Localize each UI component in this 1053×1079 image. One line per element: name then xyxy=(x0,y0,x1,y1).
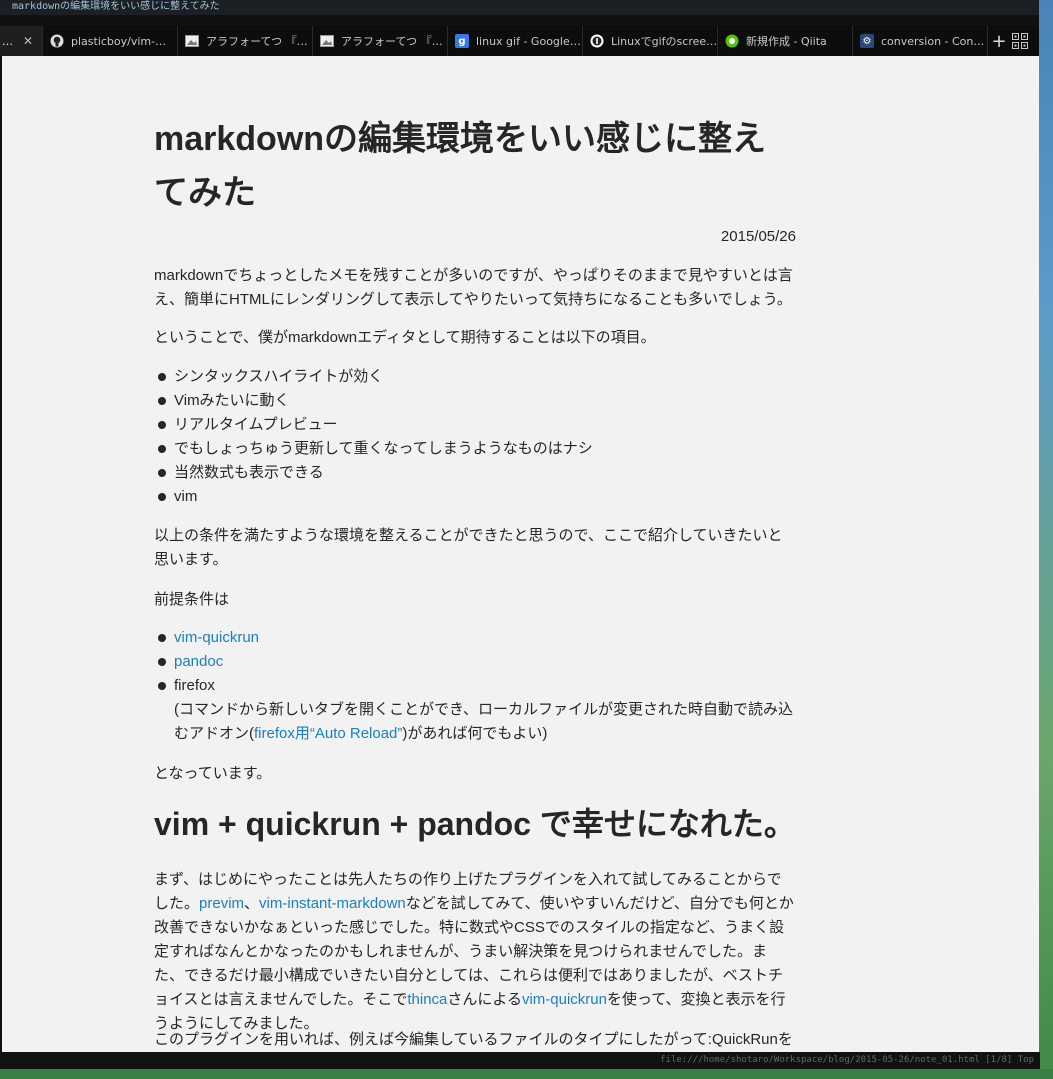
pandoc-link[interactable]: pandoc xyxy=(174,653,223,670)
tab-qiita[interactable]: 新規作成 - Qiita xyxy=(718,26,853,56)
section-paragraph-1: まず、はじめにやったことは先人たちの作り上げたプラグインを入れて試してみることか… xyxy=(154,868,796,1036)
page-viewport[interactable]: markdownの編集環境をいい感じに整えてみた 2015/05/26 mark… xyxy=(2,56,1040,1052)
list-item: シンタックスハイライトが効く xyxy=(154,365,796,389)
list-item: firefox (コマンドから新しいタブを開くことができ、ローカルファイルが変更… xyxy=(154,674,796,746)
expect-paragraph: ということで、僕がmarkdownエディタとして期待することは以下の項目。 xyxy=(154,329,656,346)
window-title: markdownの編集環境をいい感じに整えてみた xyxy=(0,0,1053,15)
tab-current[interactable]: … ✕ xyxy=(0,26,43,56)
vim-quickrun-inline-link[interactable]: vim-quickrun xyxy=(522,991,607,1008)
tab-label: 新規作成 - Qiita xyxy=(746,35,827,48)
requirements-list: シンタックスハイライトが効く Vimみたいに動く リアルタイムプレビュー でもし… xyxy=(154,365,796,509)
image-icon xyxy=(320,34,334,48)
note-text: )があれば何でもよい) xyxy=(402,725,548,742)
tab-grid-icon[interactable] xyxy=(1010,26,1030,56)
vim-instant-markdown-link[interactable]: vim-instant-markdown xyxy=(259,895,406,912)
text: さんによる xyxy=(447,991,522,1008)
tab-conversion[interactable]: ⚙ conversion - Con… xyxy=(853,26,988,56)
prereq-heading: 前提条件は xyxy=(154,591,230,608)
prereq-list: vim-quickrun pandoc firefox (コマンドから新しいタブ… xyxy=(154,626,796,746)
new-tab-button[interactable]: + xyxy=(988,26,1010,56)
tab-bar: … ✕ plasticboy/vim-… アラフォーてつ 『… アラフォーてつ … xyxy=(0,26,1040,56)
firefox-label: firefox xyxy=(174,677,215,694)
tab-label: … xyxy=(2,34,13,48)
list-item: Vimみたいに動く xyxy=(154,389,796,413)
google-icon: g xyxy=(455,34,469,48)
desktop-background xyxy=(1039,0,1053,1079)
tab-arafo-1[interactable]: アラフォーてつ 『… xyxy=(178,26,313,56)
tab-label: plasticboy/vim-… xyxy=(71,34,167,48)
close-icon[interactable]: ✕ xyxy=(23,34,33,48)
post-date: 2015/05/26 xyxy=(720,228,796,245)
tab-google[interactable]: g linux gif - Google… xyxy=(448,26,583,56)
text: 、 xyxy=(244,895,260,912)
list-item: vim xyxy=(154,485,796,509)
status-bar: file:///home/shotaro/Workspace/blog/2015… xyxy=(0,1052,1040,1069)
auto-reload-link[interactable]: firefox用“Auto Reload” xyxy=(254,725,402,742)
info-icon xyxy=(590,34,604,48)
list-item: vim-quickrun xyxy=(154,626,796,650)
tab-label: conversion - Con… xyxy=(881,34,985,48)
summary-paragraph: 以上の条件を満たすような環境を整えることができたと思うので、ここで紹介していきた… xyxy=(154,527,783,568)
firefox-note: (コマンドから新しいタブを開くことができ、ローカルファイルが変更された時自動で読… xyxy=(174,701,793,742)
tab-label: アラフォーてつ 『… xyxy=(206,35,308,48)
tab-github[interactable]: plasticboy/vim-… xyxy=(43,26,178,56)
section-heading: vim + quickrun + pandoc で幸せになれた。 xyxy=(154,806,796,842)
list-item: 当然数式も表示できる xyxy=(154,461,796,485)
tab-linux-gif[interactable]: Linuxでgifのscree… xyxy=(583,26,718,56)
section-paragraph-2: このプラグインを用いれば、例えば今編集しているファイルのタイプにしたがって:Qu… xyxy=(154,1031,793,1048)
page-title: markdownの編集環境をいい感じに整えてみた xyxy=(154,120,767,212)
intro-paragraph: markdownでちょっとしたメモを残すことが多いのですが、やっぱりそのままで見… xyxy=(154,267,793,308)
tab-label: linux gif - Google… xyxy=(476,34,581,48)
previm-link[interactable]: previm xyxy=(199,895,244,912)
desktop-bottom-edge xyxy=(0,1069,1053,1079)
list-item: リアルタイムプレビュー xyxy=(154,413,796,437)
stackexchange-icon: ⚙ xyxy=(860,34,874,48)
qiita-icon xyxy=(725,34,739,48)
list-item: でもしょっちゅう更新して重くなってしまうようなものはナシ xyxy=(154,437,796,461)
tabbar-strip xyxy=(0,15,1040,26)
github-icon xyxy=(50,34,64,48)
tab-label: Linuxでgifのscree… xyxy=(611,35,718,48)
tab-arafo-2[interactable]: アラフォーてつ 『… xyxy=(313,26,448,56)
list-item: pandoc xyxy=(154,650,796,674)
vim-quickrun-link[interactable]: vim-quickrun xyxy=(174,629,259,646)
image-icon xyxy=(185,34,199,48)
thinca-link[interactable]: thinca xyxy=(407,991,447,1008)
prereq-end: となっています。 xyxy=(154,765,272,782)
tab-label: アラフォーてつ 『… xyxy=(341,35,443,48)
